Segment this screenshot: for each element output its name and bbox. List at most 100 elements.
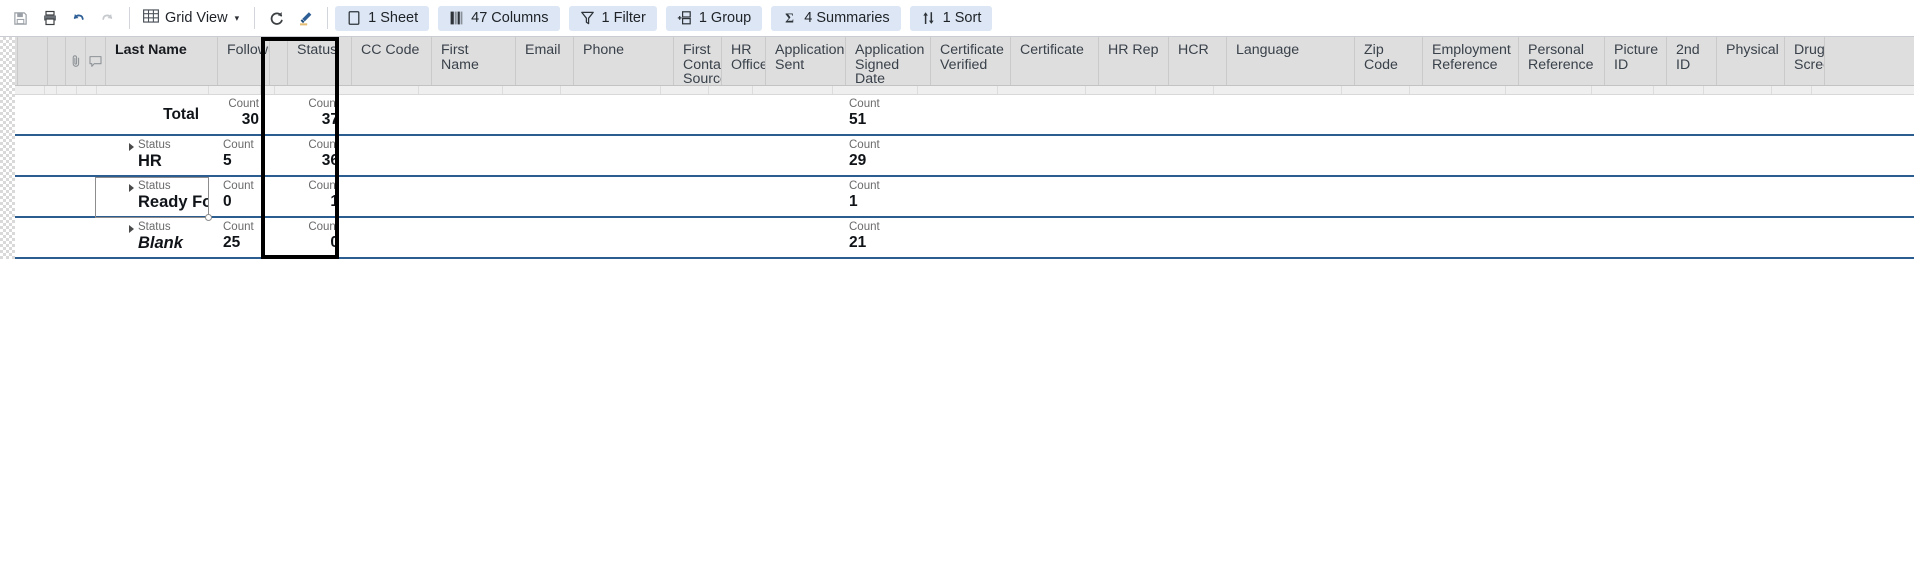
cell-rownum[interactable] [16, 136, 46, 175]
cell-firstname[interactable] [426, 95, 510, 134]
column-header-empref[interactable]: Employment Reference [1423, 37, 1519, 85]
cell-expand[interactable] [46, 95, 62, 134]
cell-email[interactable] [510, 177, 568, 216]
cell-attach[interactable] [62, 218, 82, 257]
cell-hcr[interactable] [1163, 95, 1221, 134]
cell-hrrep[interactable] [1093, 95, 1163, 134]
filter-chip[interactable]: 1 Filter [568, 5, 657, 31]
cell-drugscr[interactable] [1779, 218, 1819, 257]
cell-firstname[interactable] [426, 136, 510, 175]
cell-email[interactable] [510, 218, 568, 257]
cell-secondid[interactable] [1661, 95, 1711, 134]
cell-hroffice[interactable] [716, 177, 760, 216]
group-chip[interactable]: 1 Group [665, 5, 763, 31]
cell-certver[interactable] [925, 218, 1005, 257]
group-row-blank[interactable]: Status Blank Count 25 Count 0 Count 21 [0, 218, 1914, 259]
column-header-drugscr[interactable]: Drug Screen [1785, 37, 1825, 85]
cell-phone[interactable] [568, 177, 668, 216]
column-header-language[interactable]: Language [1227, 37, 1355, 85]
cell-firstname[interactable] [426, 218, 510, 257]
cell-hroffice[interactable] [716, 218, 760, 257]
paperclip-icon[interactable] [66, 37, 86, 85]
undo-button[interactable] [64, 4, 93, 33]
column-header-persref[interactable]: Personal Reference [1519, 37, 1605, 85]
cell-appsent[interactable] [760, 95, 840, 134]
column-header-pictureid[interactable]: Picture ID [1605, 37, 1667, 85]
cell-gutter0[interactable] [0, 218, 16, 257]
summary-cell-status[interactable]: Count 0 [282, 218, 346, 257]
summary-cell-followup[interactable]: Count 25 [214, 218, 266, 257]
cell-attach[interactable] [62, 95, 82, 134]
save-button[interactable] [6, 4, 35, 33]
cell-certver[interactable] [925, 95, 1005, 134]
cell-hcr[interactable] [1163, 136, 1221, 175]
cell-language[interactable] [1221, 136, 1349, 175]
cell-language[interactable] [1221, 218, 1349, 257]
cell-email[interactable] [510, 95, 568, 134]
refresh-button[interactable] [262, 4, 291, 33]
column-header-zipcode[interactable]: Zip Code [1355, 37, 1423, 85]
cell-persref[interactable] [1513, 218, 1599, 257]
cell-pictureid[interactable] [1599, 177, 1661, 216]
column-header-hcr[interactable]: HCR [1169, 37, 1227, 85]
cell-drugscr[interactable] [1779, 177, 1819, 216]
cell-zipcode[interactable] [1349, 95, 1417, 134]
cell-expand[interactable] [46, 218, 62, 257]
column-header-secondid[interactable]: 2nd ID [1667, 37, 1717, 85]
comment-bubble-icon[interactable] [86, 37, 106, 85]
cell-expand[interactable] [46, 136, 62, 175]
cell-pictureid[interactable] [1599, 218, 1661, 257]
cell-cccode[interactable] [346, 136, 426, 175]
cell-statusgut[interactable] [266, 177, 282, 216]
cell-certver[interactable] [925, 136, 1005, 175]
summary-cell-followup[interactable]: Count 30 [214, 95, 266, 134]
cell-hrrep[interactable] [1093, 177, 1163, 216]
cell-fcsource[interactable] [668, 95, 716, 134]
cell-appsent[interactable] [760, 218, 840, 257]
cell-pictureid[interactable] [1599, 95, 1661, 134]
summary-cell-appsigned[interactable]: Count 51 [840, 95, 925, 134]
cell-rownum[interactable] [16, 218, 46, 257]
cell-hrrep[interactable] [1093, 136, 1163, 175]
cell-empref[interactable] [1417, 136, 1513, 175]
cell-gutter0[interactable] [0, 177, 16, 216]
cell-empref[interactable] [1417, 95, 1513, 134]
cell-zipcode[interactable] [1349, 136, 1417, 175]
grid-view-selector[interactable]: Grid View ▾ [137, 5, 247, 31]
cell-secondid[interactable] [1661, 177, 1711, 216]
cell-statusgut[interactable] [266, 136, 282, 175]
print-button[interactable] [35, 4, 64, 33]
cell-persref[interactable] [1513, 95, 1599, 134]
cell-cert[interactable] [1005, 218, 1093, 257]
summary-cell-appsigned[interactable]: Count 1 [840, 177, 925, 216]
cell-attach[interactable] [62, 136, 82, 175]
cell-zipcode[interactable] [1349, 177, 1417, 216]
sort-chip[interactable]: 1 Sort [909, 5, 993, 31]
cell-gutter0[interactable] [0, 136, 16, 175]
cell-email[interactable] [510, 136, 568, 175]
column-header-cccode[interactable]: CC Code [352, 37, 432, 85]
cell-rownum[interactable] [16, 177, 46, 216]
group-label-cell[interactable]: Status HR [102, 136, 214, 175]
group-collapse-triangle-icon[interactable] [124, 225, 138, 233]
cell-physical[interactable] [1711, 218, 1779, 257]
column-header-certver[interactable]: Certificate Verified [931, 37, 1011, 85]
cell-physical[interactable] [1711, 136, 1779, 175]
cell-zipcode[interactable] [1349, 218, 1417, 257]
cell-phone[interactable] [568, 136, 668, 175]
column-header-status[interactable]: Status [288, 37, 352, 85]
cell-phone[interactable] [568, 95, 668, 134]
column-header-email[interactable]: Email [516, 37, 574, 85]
cell-appsent[interactable] [760, 136, 840, 175]
cell-empref[interactable] [1417, 218, 1513, 257]
cell-language[interactable] [1221, 95, 1349, 134]
total-label-cell[interactable]: Total [102, 95, 214, 134]
columns-chip[interactable]: 47 Columns [438, 5, 560, 31]
column-header-cert[interactable]: Certificate [1011, 37, 1099, 85]
group-label-cell[interactable]: StatusReady For Ori [102, 177, 214, 216]
cell-comment[interactable] [82, 177, 102, 216]
cell-cert[interactable] [1005, 95, 1093, 134]
cell-hroffice[interactable] [716, 136, 760, 175]
column-header-appsent[interactable]: Application Sent [766, 37, 846, 85]
cell-hrrep[interactable] [1093, 218, 1163, 257]
